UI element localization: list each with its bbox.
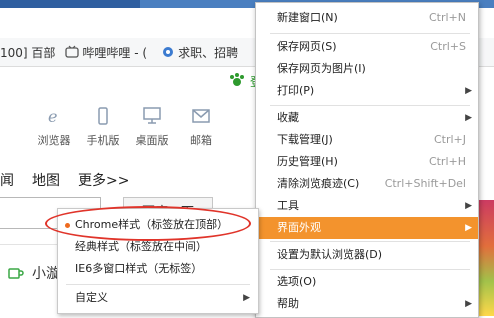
menu-item-label: 新建窗口(N) (277, 11, 338, 24)
submenu-item-custom[interactable]: 自定义 ▶ (58, 287, 258, 309)
shortcut-label: 桌面版 (135, 134, 169, 147)
job-search-icon (163, 47, 174, 57)
menu-item-favorites[interactable]: 收藏 ▶ (256, 107, 478, 129)
menu-item-new-window[interactable]: 新建窗口(N) Ctrl+N (256, 7, 478, 29)
baidu-nav: 闻 地图 更多>> (0, 170, 147, 190)
submenu-arrow-icon: ▶ (243, 293, 250, 303)
shortcut-label: 浏览器 (37, 134, 71, 147)
ie-browser-icon: e (48, 107, 57, 126)
cup-icon (8, 268, 24, 279)
mail-icon (192, 109, 210, 123)
menu-item-label: 帮助 (277, 297, 299, 310)
submenu-arrow-icon: ▶ (465, 299, 472, 309)
menu-item-label: 收藏 (277, 111, 299, 124)
menu-item-shortcut: Ctrl+Shift+Del (384, 177, 466, 190)
shortcut-row: e 浏览器 手机版 桌面版 邮箱 (28, 107, 224, 148)
title-bar-stripe (0, 0, 140, 8)
menu-item-shortcut: Ctrl+N (428, 11, 466, 24)
svg-text:e: e (48, 107, 57, 125)
bookmark-label: 哔哩哔哩 - ( (82, 45, 148, 60)
shortcut-desktop[interactable]: 桌面版 (126, 107, 178, 148)
xiao-label: 小漩 (32, 266, 60, 282)
menu-item-label: 设置为默认浏览器(D) (277, 248, 383, 261)
bilibili-tv-icon (65, 45, 80, 58)
menu-item-clear-traces[interactable]: 清除浏览痕迹(C) Ctrl+Shift+Del (256, 173, 478, 195)
bookmark-item[interactable]: 哔哩哔哩 - ( (65, 44, 147, 61)
submenu-separator (66, 284, 250, 285)
menu-item-downloads[interactable]: 下载管理(J) Ctrl+J (256, 129, 478, 151)
menu-item-set-default[interactable]: 设置为默认浏览器(D) (256, 244, 478, 266)
monitor-icon (143, 107, 161, 124)
main-menu: 新建窗口(N) Ctrl+N 保存网页(S) Ctrl+S 保存网页为图片(I)… (255, 2, 479, 318)
menu-item-label: 保存网页为图片(I) (277, 62, 366, 75)
menu-item-tools[interactable]: 工具 ▶ (256, 195, 478, 217)
phone-icon (98, 107, 108, 125)
menu-item-appearance[interactable]: 界面外观 ▶ (256, 217, 478, 239)
submenu-item-label: 自定义 (75, 291, 108, 304)
submenu-item-ie6-style[interactable]: IE6多窗口样式（无标签） (58, 258, 258, 280)
nav-link-more[interactable]: 更多>> (78, 170, 129, 190)
menu-separator (270, 269, 470, 270)
paw-icon (230, 73, 244, 86)
menu-item-help[interactable]: 帮助 ▶ (256, 293, 478, 315)
menu-item-label: 工具 (277, 199, 299, 212)
shortcut-mobile[interactable]: 手机版 (77, 107, 129, 148)
menu-separator (270, 105, 470, 106)
bookmark-label: 求职、招聘 (178, 45, 239, 60)
menu-item-label: 界面外观 (277, 221, 321, 234)
bookmark-label: 100] 百部 (0, 45, 56, 60)
menu-item-options[interactable]: 选项(O) (256, 271, 478, 293)
menu-item-save-as-image[interactable]: 保存网页为图片(I) (256, 58, 478, 80)
xiao-item[interactable]: 小漩 (8, 263, 60, 283)
menu-item-label: 选项(O) (277, 275, 317, 288)
menu-item-shortcut: Ctrl+H (428, 155, 466, 168)
menu-separator (270, 33, 470, 34)
menu-item-history[interactable]: 历史管理(H) Ctrl+H (256, 151, 478, 173)
menu-item-shortcut: Ctrl+S (430, 40, 466, 53)
shortcut-label: 邮箱 (190, 134, 212, 147)
shortcut-browser[interactable]: e 浏览器 (28, 107, 80, 148)
submenu-arrow-icon: ▶ (465, 201, 472, 211)
menu-item-label: 历史管理(H) (277, 155, 338, 168)
submenu-arrow-icon: ▶ (465, 86, 472, 96)
menu-item-shortcut: Ctrl+J (433, 133, 466, 146)
menu-item-label: 清除浏览痕迹(C) (277, 177, 360, 190)
submenu-item-label: IE6多窗口样式（无标签） (75, 262, 203, 275)
nav-link-news[interactable]: 闻 (0, 170, 14, 190)
menu-item-label: 下载管理(J) (277, 133, 333, 146)
highlight-ring (45, 206, 251, 241)
menu-item-print[interactable]: 打印(P) ▶ (256, 80, 478, 102)
menu-item-label: 保存网页(S) (277, 40, 337, 53)
shortcut-label: 手机版 (86, 134, 120, 147)
menu-item-save-page[interactable]: 保存网页(S) Ctrl+S (256, 36, 478, 58)
submenu-arrow-icon: ▶ (465, 223, 472, 233)
submenu-arrow-icon: ▶ (465, 113, 472, 123)
menu-separator (270, 241, 470, 242)
menu-item-label: 打印(P) (277, 84, 315, 97)
bookmark-item[interactable]: 求职、招聘 (161, 44, 238, 61)
shortcut-mail[interactable]: 邮箱 (175, 107, 227, 148)
background-banner (478, 200, 494, 316)
bookmark-item[interactable]: 100] 百部 (0, 44, 55, 61)
nav-link-map[interactable]: 地图 (32, 170, 60, 190)
